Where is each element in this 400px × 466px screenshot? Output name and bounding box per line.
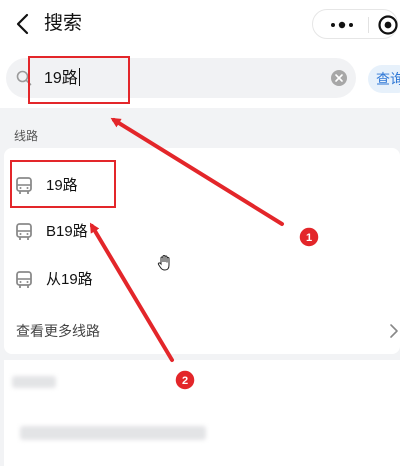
arrow-2 [89, 222, 174, 362]
marker-1-badge: 1 [298, 226, 320, 248]
arrow-1 [110, 117, 284, 226]
annotation-layer: 1 2 [89, 117, 320, 391]
marker-1-label: 1 [306, 232, 312, 244]
marker-2-label: 2 [182, 375, 188, 387]
marker-2-badge: 2 [174, 369, 196, 391]
